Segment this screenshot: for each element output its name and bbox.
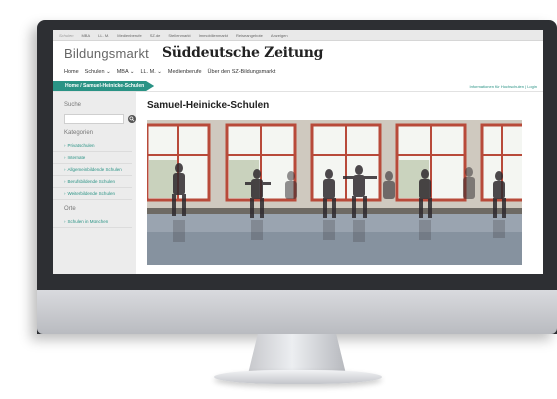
nav-llm-label: LL. M.: [140, 69, 156, 75]
chevron-right-icon: ›: [64, 219, 66, 224]
section-title[interactable]: Bildungsmarkt: [64, 46, 149, 61]
chevron-right-icon: ›: [64, 191, 66, 196]
top-link-anzeigen[interactable]: Anzeigen: [271, 33, 288, 38]
top-link-bar: Schulen MBA LL. M. Medienberufe SZ.de St…: [53, 30, 543, 41]
chevron-down-icon: ⌄: [129, 69, 135, 75]
top-link-medienberufe[interactable]: Medienberufe: [117, 33, 141, 38]
sidebar-item-label: Weiterbildende Schulen: [67, 191, 115, 196]
chevron-right-icon: ›: [64, 155, 66, 160]
sidebar: Suche Kategorien › Privatschulen › Interna…: [53, 92, 136, 274]
categories-list: › Privatschulen › Internate › Allgemeinbild…: [53, 140, 136, 200]
nav-mba[interactable]: MBA ⌄: [117, 69, 135, 75]
nav-llm[interactable]: LL. M. ⌄: [140, 69, 161, 75]
brand-header: Bildungsmarkt Süddeutsche Zeitung: [53, 41, 543, 65]
newspaper-logo[interactable]: Süddeutsche Zeitung: [162, 45, 323, 61]
chevron-right-icon: ›: [64, 179, 66, 184]
top-link-llm[interactable]: LL. M.: [98, 33, 109, 38]
top-link-reiseangebote[interactable]: Reiseangebote: [236, 33, 263, 38]
sidebar-item-allgemeinbildende[interactable]: › Allgemeinbildende Schulen: [53, 164, 132, 176]
sidebar-item-label: Allgemeinbildende Schulen: [67, 167, 122, 172]
places-label: Orte: [64, 206, 76, 212]
monitor-stand-base: [214, 370, 382, 384]
nav-home[interactable]: Home: [64, 69, 79, 75]
categories-label: Kategorien: [64, 130, 94, 136]
chevron-right-icon: ›: [64, 143, 66, 148]
sidebar-item-label: Internate: [67, 155, 86, 160]
chevron-right-icon: ›: [64, 167, 66, 172]
top-link-stellenmarkt[interactable]: Stellenmarkt: [168, 33, 190, 38]
nav-schulen[interactable]: Schulen ⌄: [85, 69, 111, 75]
chevron-down-icon: ⌄: [106, 69, 111, 75]
sidebar-item-weiterbildende[interactable]: › Weiterbildende Schulen: [53, 188, 132, 200]
sidebar-item-internate[interactable]: › Internate: [53, 152, 132, 164]
nav-mba-label: MBA: [116, 69, 129, 75]
top-link-szde[interactable]: SZ.de: [150, 33, 161, 38]
school-photo: [147, 120, 522, 265]
nav-medienberufe[interactable]: Medienberufe: [168, 69, 202, 75]
main-navigation: Home Schulen ⌄ MBA ⌄ LL. M. ⌄ Medienberu…: [53, 65, 543, 79]
sidebar-item-label: Schulen in München: [67, 219, 109, 224]
top-link-schulen[interactable]: Schulen: [59, 33, 73, 38]
nav-ueber[interactable]: Über den SZ-Bildungsmarkt: [208, 69, 276, 75]
search-icon: [129, 116, 135, 122]
search-input[interactable]: [64, 114, 124, 124]
monitor-stand: [248, 334, 346, 374]
chevron-down-icon: ⌄: [157, 69, 162, 75]
top-link-immobilienmarkt[interactable]: Immobilienmarkt: [199, 33, 228, 38]
sidebar-item-muenchen[interactable]: › Schulen in München: [53, 216, 132, 228]
browser-screen: Schulen MBA LL. M. Medienberufe SZ.de St…: [53, 30, 543, 274]
monitor-chin: [37, 290, 557, 334]
page-title: Samuel-Heinicke-Schulen: [147, 100, 270, 111]
sidebar-item-berufsbildende[interactable]: › Berufsbildende Schulen: [53, 176, 132, 188]
top-link-mba[interactable]: MBA: [81, 33, 90, 38]
places-list: › Schulen in München: [53, 216, 136, 228]
search-button[interactable]: [128, 115, 136, 123]
sidebar-item-privatschulen[interactable]: › Privatschulen: [53, 140, 132, 152]
hochschulen-login-links[interactable]: Informationen für Hochschulen | Login: [469, 84, 543, 89]
main-content: Samuel-Heinicke-Schulen: [136, 92, 543, 274]
breadcrumb[interactable]: Home / Samuel-Heinicke-Schulen: [53, 81, 155, 91]
search-label: Suche: [64, 102, 82, 108]
nav-schulen-label: Schulen: [84, 69, 105, 75]
breadcrumb-bar: Home / Samuel-Heinicke-Schulen Informati…: [53, 81, 543, 92]
gym-scene-image: [147, 120, 522, 265]
sidebar-item-label: Berufsbildende Schulen: [67, 179, 116, 184]
sidebar-item-label: Privatschulen: [67, 143, 95, 148]
